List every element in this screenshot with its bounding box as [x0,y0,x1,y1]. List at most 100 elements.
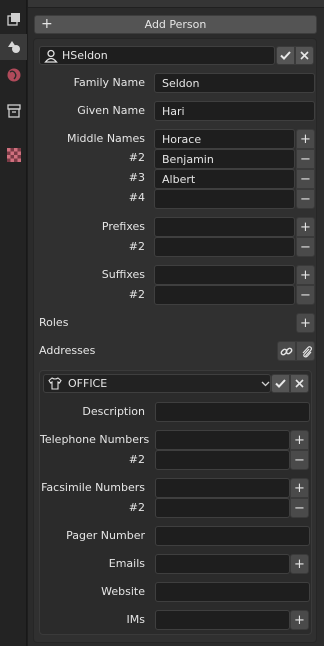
chevron-down-icon [261,381,270,387]
middle-name-4-label: #4 [128,191,145,204]
address-type-dropdown[interactable]: OFFICE [43,374,271,393]
remove-middle-name-4-button[interactable]: − [296,189,315,209]
description-label: Description [82,405,145,418]
remove-person-button[interactable] [295,46,314,65]
plus-icon: + [294,556,305,572]
remove-middle-name-3-button[interactable]: − [296,169,315,189]
plus-icon: + [300,131,311,147]
person-name-value: HSeldon [62,49,108,62]
facsimile-field-2[interactable] [155,498,290,518]
close-icon [300,51,309,60]
roles-label: Roles [39,316,69,329]
paperclip-icon [302,345,312,357]
website-field[interactable] [155,582,310,602]
telephone-numbers-label: Telephone Numbers [40,433,150,446]
telephone-field-2[interactable] [155,450,290,470]
family-name-field[interactable]: Seldon [154,73,315,93]
minus-icon: − [300,287,311,303]
middle-name-3-label: #3 [128,171,145,184]
link-address-button[interactable] [277,341,296,361]
emails-label: Emails [108,557,145,570]
checker-texture-icon [6,148,21,162]
confirm-person-button[interactable] [276,46,295,65]
family-name-label: Family Name [73,76,145,89]
minus-icon: − [300,239,311,255]
person-selector[interactable]: HSeldon [39,46,275,65]
prefixes-label: Prefixes [101,220,145,233]
tab-render-layers[interactable] [0,6,27,32]
telephone-field-1[interactable] [155,430,290,450]
given-name-field[interactable]: Hari [154,101,315,121]
add-prefix-button[interactable]: + [296,217,315,237]
pager-number-field[interactable] [155,526,310,546]
facsimile-field-1[interactable] [155,478,290,498]
description-field[interactable] [155,402,310,422]
attach-address-button[interactable] [296,341,315,361]
user-icon [44,49,58,63]
plus-icon: + [294,480,305,496]
close-icon [295,379,304,388]
ims-label: IMs [126,613,145,626]
properties-tab-rail [0,0,27,646]
suffix-2-label: #2 [128,288,145,301]
add-person-button[interactable]: + Add Person [34,15,317,34]
header-strip [28,0,324,8]
tab-storage[interactable] [0,98,27,124]
remove-prefix-2-button[interactable]: − [296,237,315,257]
checkmark-icon [280,51,291,60]
plus-icon: + [41,16,53,32]
plus-icon: + [294,612,305,628]
suffix-field-1[interactable] [154,265,295,285]
world-icon [7,68,20,82]
pager-number-label: Pager Number [66,529,145,542]
add-email-button[interactable]: + [290,554,309,574]
remove-facsimile-2-button[interactable]: − [290,498,309,518]
remove-address-button[interactable] [290,374,309,393]
storage-box-icon [6,104,21,118]
tab-shapes-properties[interactable] [0,34,27,60]
add-telephone-button[interactable]: + [290,430,309,450]
minus-icon: − [300,151,311,167]
remove-telephone-2-button[interactable]: − [290,450,309,470]
prefix-2-label: #2 [128,240,145,253]
prefix-field-2[interactable] [154,237,295,257]
checkmark-icon [275,379,286,388]
telephone-2-label: #2 [128,453,145,466]
tab-world[interactable] [0,62,27,88]
middle-name-2-label: #2 [128,151,145,164]
prefix-field-1[interactable] [154,217,295,237]
add-facsimile-button[interactable]: + [290,478,309,498]
shapes-properties-icon [7,41,20,53]
minus-icon: − [294,500,305,516]
website-label: Website [101,585,145,598]
remove-suffix-2-button[interactable]: − [296,285,315,305]
tab-texture[interactable] [0,142,27,168]
add-suffix-button[interactable]: + [296,265,315,285]
plus-icon: + [294,432,305,448]
add-middle-name-button[interactable]: + [296,129,315,149]
given-name-label: Given Name [77,104,145,117]
middle-name-field-4[interactable] [154,189,295,209]
facsimile-numbers-label: Facsimile Numbers [41,481,145,494]
middle-name-field-3[interactable]: Albert [154,169,295,189]
emails-field[interactable] [155,554,290,574]
plus-icon: + [300,315,311,331]
ims-field[interactable] [155,610,290,630]
add-im-button[interactable]: + [290,610,309,630]
minus-icon: − [300,191,311,207]
middle-name-field-2[interactable]: Benjamin [154,149,295,169]
suffix-field-2[interactable] [154,285,295,305]
plus-icon: + [300,219,311,235]
confirm-address-button[interactable] [271,374,290,393]
addresses-label: Addresses [39,344,96,357]
address-type-value: OFFICE [68,377,108,390]
shirt-icon [48,377,62,390]
add-role-button[interactable]: + [296,313,315,333]
minus-icon: − [294,452,305,468]
remove-middle-name-2-button[interactable]: − [296,149,315,169]
minus-icon: − [300,171,311,187]
render-layers-icon [6,13,20,26]
plus-icon: + [300,267,311,283]
facsimile-2-label: #2 [128,501,145,514]
middle-name-field-1[interactable]: Horace [154,129,295,149]
